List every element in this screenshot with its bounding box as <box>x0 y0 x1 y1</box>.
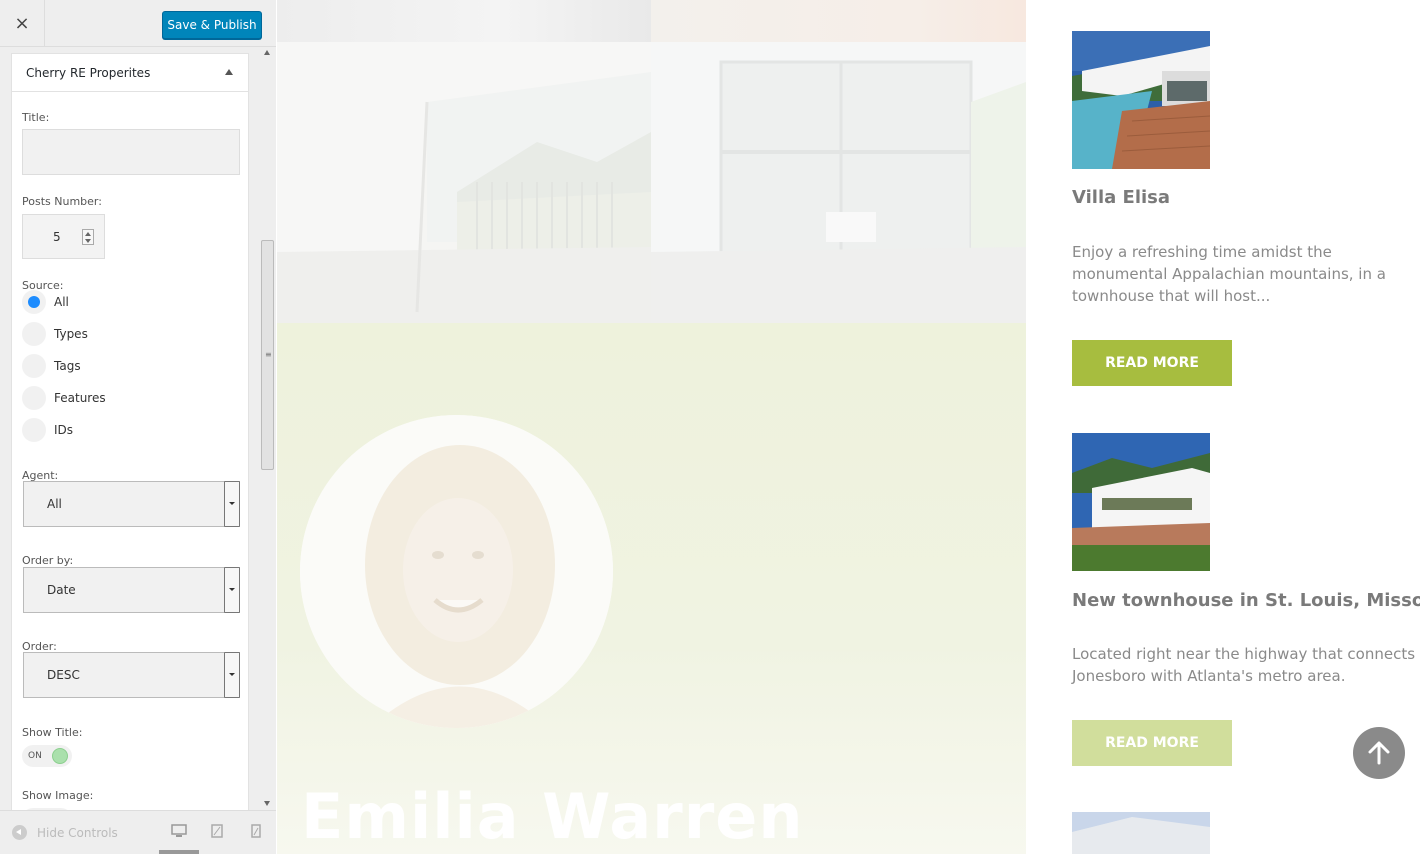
source-option-all[interactable]: All <box>22 290 69 314</box>
posts-number-value: 5 <box>53 229 61 244</box>
order-by-select[interactable]: Date <box>23 567 240 613</box>
radio-icon[interactable] <box>22 322 46 346</box>
radio-icon[interactable] <box>22 386 46 410</box>
customizer-scroll-area: Cherry RE Properites Title: Posts Number… <box>0 47 276 810</box>
source-option-label: All <box>54 295 69 309</box>
source-option-label: Features <box>54 391 106 405</box>
agent-select[interactable]: All <box>23 481 240 527</box>
arrow-up-icon <box>1368 741 1390 765</box>
scrollbar-thumb[interactable]: ≡ <box>261 240 274 470</box>
order-by-label: Order by: <box>22 554 74 567</box>
customizer-footer: Hide Controls <box>0 810 276 854</box>
property-image[interactable] <box>1072 31 1210 169</box>
source-option-label: IDs <box>54 423 74 437</box>
posts-number-label: Posts Number: <box>22 195 102 208</box>
read-more-button[interactable]: READ MORE <box>1072 340 1232 386</box>
order-select[interactable]: DESC <box>23 652 240 698</box>
property-image[interactable] <box>1072 812 1210 854</box>
source-option-label: Types <box>54 327 88 341</box>
property-description: Enjoy a refreshing time amidst the monum… <box>1072 243 1386 305</box>
radio-checked-icon[interactable] <box>22 290 46 314</box>
chevron-down-icon[interactable] <box>224 652 240 698</box>
scroll-up-icon[interactable] <box>264 50 270 55</box>
chevron-down-icon[interactable] <box>224 567 240 613</box>
radio-icon[interactable] <box>22 354 46 378</box>
source-option-tags[interactable]: Tags <box>22 354 81 378</box>
mobile-icon[interactable] <box>251 824 261 842</box>
chevron-down-icon[interactable] <box>224 481 240 527</box>
gallery-image[interactable] <box>651 0 1026 42</box>
source-option-ids[interactable]: IDs <box>22 418 73 442</box>
site-preview: Emilia Warren Villa Elisa Enjoy a refres… <box>277 0 1420 854</box>
widget-title: Cherry RE Properites <box>26 65 151 80</box>
property-image[interactable] <box>1072 433 1210 571</box>
scroll-down-icon[interactable] <box>264 801 270 806</box>
toggle-state: ON <box>28 751 42 761</box>
active-device-indicator <box>159 850 199 854</box>
desktop-icon[interactable] <box>171 824 187 842</box>
gallery-image[interactable] <box>277 0 651 42</box>
title-label: Title: <box>22 111 50 124</box>
save-publish-button[interactable]: Save & Publish <box>162 11 262 39</box>
collapse-icon <box>12 825 27 840</box>
read-more-button[interactable]: READ MORE <box>1072 720 1232 766</box>
toggle-knob[interactable] <box>52 748 68 764</box>
gallery-image[interactable] <box>277 42 651 323</box>
property-description: Located right near the highway that conn… <box>1072 645 1416 685</box>
source-option-label: Tags <box>54 359 81 373</box>
agent-avatar <box>300 415 613 728</box>
order-by-select-value: Date <box>47 583 76 597</box>
agent-name: Emilia Warren <box>301 780 804 853</box>
agent-select-value: All <box>47 497 62 511</box>
order-select-value: DESC <box>47 668 80 682</box>
title-input[interactable] <box>22 129 240 175</box>
show-title-toggle[interactable]: ON <box>22 745 72 767</box>
number-stepper[interactable] <box>82 229 94 245</box>
source-option-features[interactable]: Features <box>22 386 106 410</box>
hide-controls-button[interactable]: Hide Controls <box>12 825 118 840</box>
radio-icon[interactable] <box>22 418 46 442</box>
collapse-arrow-icon[interactable] <box>225 69 233 75</box>
customizer-sidebar: × Save & Publish Cherry RE Properites Ti… <box>0 0 276 854</box>
widget-header[interactable]: Cherry RE Properites <box>12 54 248 92</box>
close-customizer-button[interactable]: × <box>0 0 45 47</box>
gallery-image[interactable] <box>651 42 1026 323</box>
widget-panel: Cherry RE Properites Title: Posts Number… <box>11 53 249 810</box>
property-title[interactable]: Villa Elisa <box>1072 187 1170 208</box>
show-image-label: Show Image: <box>22 789 94 802</box>
customizer-header: × Save & Publish <box>0 0 276 47</box>
back-to-top-button[interactable] <box>1353 727 1405 779</box>
grip-icon: ≡ <box>265 350 272 359</box>
source-option-types[interactable]: Types <box>22 322 88 346</box>
tablet-icon[interactable] <box>211 824 223 842</box>
property-title[interactable]: New townhouse in St. Louis, Missouri <box>1072 590 1420 611</box>
posts-number-input[interactable]: 5 <box>22 214 105 259</box>
close-icon: × <box>14 13 30 34</box>
show-title-label: Show Title: <box>22 726 83 739</box>
hide-controls-label: Hide Controls <box>37 825 118 840</box>
